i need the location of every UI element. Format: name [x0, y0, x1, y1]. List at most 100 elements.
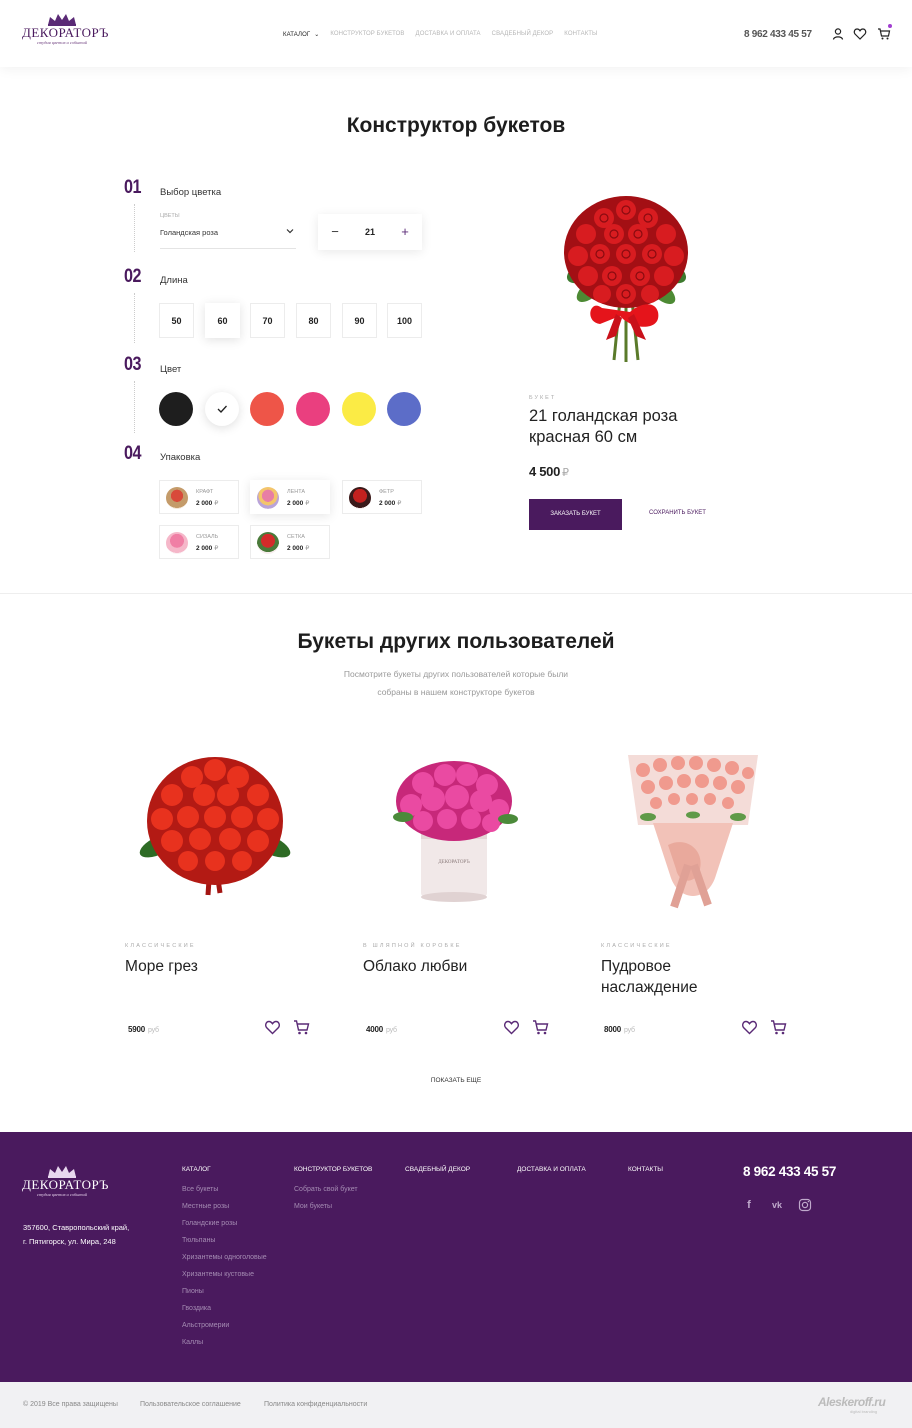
packaging-price: 2 000 ₽	[379, 499, 401, 507]
length-option[interactable]: 100	[387, 303, 422, 338]
currency-label: руб	[148, 1027, 159, 1034]
cart-icon[interactable]	[770, 1019, 787, 1036]
nav-wedding[interactable]: СВАДЕБНЫЙ ДЕКОР	[492, 31, 554, 38]
footer-link[interactable]: Хризантемы кустовые	[182, 1271, 254, 1278]
footer-col-constructor[interactable]: КОНСТРУКТОР БУКЕТОВ	[294, 1166, 372, 1173]
nav-catalog[interactable]: КАТАЛОГ ⌄	[283, 31, 319, 38]
header-phone[interactable]: 8 962 433 45 57	[744, 29, 812, 40]
footer-address: 357600, Ставропольский край, г. Пятигорс…	[23, 1221, 129, 1249]
footer-link[interactable]: Хризантемы одноголовые	[182, 1254, 267, 1261]
cart-icon[interactable]	[293, 1019, 310, 1036]
check-icon	[217, 405, 227, 413]
color-swatch-red[interactable]	[250, 392, 284, 426]
footer-link[interactable]: Мои букеты	[294, 1203, 332, 1210]
footer-link[interactable]: Гвоздика	[182, 1305, 211, 1312]
vk-icon[interactable]: vk	[770, 1198, 784, 1212]
footer-link[interactable]: Альстромерии	[182, 1322, 229, 1329]
quantity-stepper[interactable]: − 21 +	[318, 214, 422, 250]
user-agreement-link[interactable]: Пользовательское соглашение	[140, 1401, 241, 1408]
footer-link[interactable]: Местные розы	[182, 1203, 229, 1210]
show-more-button[interactable]: ПОКАЗАТЬ ЕЩЕ	[0, 1077, 912, 1084]
cart-icon[interactable]	[877, 27, 891, 41]
heart-icon[interactable]	[503, 1019, 520, 1036]
heart-icon[interactable]	[853, 27, 867, 41]
card-name[interactable]: Облако любви	[363, 956, 533, 977]
site-header: ДЕКОРАТОРЪ студия цветов и событий КАТАЛ…	[0, 0, 912, 67]
logo-text: ДЕКОРАТОРЪ	[22, 25, 109, 40]
user-icon[interactable]	[831, 27, 845, 41]
bouquet-name: 21 голандская роза красная 60 см	[529, 407, 678, 446]
flower-select[interactable]: ЦВЕТЫ Голандская роза	[160, 211, 296, 249]
length-option[interactable]: 80	[296, 303, 331, 338]
color-swatch-blue[interactable]	[387, 392, 421, 426]
step-number: 01	[124, 177, 142, 198]
crown-icon	[48, 1166, 76, 1178]
footer-link[interactable]: Все букеты	[182, 1186, 218, 1193]
developer-logo[interactable]: Aleskeroff.ru	[818, 1395, 886, 1409]
footer-phone[interactable]: 8 962 433 45 57	[743, 1164, 836, 1179]
bouquet-category: БУКЕТ	[529, 395, 557, 401]
footer-link[interactable]: Собрать свой букет	[294, 1186, 358, 1193]
cart-icon[interactable]	[532, 1019, 549, 1036]
length-option[interactable]: 70	[250, 303, 285, 338]
card-name[interactable]: Море грез	[125, 956, 295, 977]
footer-col-delivery[interactable]: ДОСТАВКА И ОПЛАТА	[517, 1166, 586, 1173]
svg-text:ДЕКОРАТОРЪ: ДЕКОРАТОРЪ	[438, 860, 470, 865]
address-line: 357600, Ставропольский край,	[23, 1223, 130, 1232]
instagram-icon[interactable]	[798, 1198, 812, 1212]
footer-link[interactable]: Тюльпаны	[182, 1237, 215, 1244]
currency-label: руб	[386, 1027, 397, 1034]
packaging-option[interactable]: СИЗАЛЬ 2 000 ₽	[159, 525, 239, 559]
packaging-option[interactable]: ФЕТР 2 000 ₽	[342, 480, 422, 514]
length-option[interactable]: 50	[159, 303, 194, 338]
address-line: г. Пятигорск, ул. Мира, 248	[23, 1237, 116, 1246]
privacy-policy-link[interactable]: Политика конфиденциальности	[264, 1401, 367, 1408]
currency-symbol: ₽	[214, 545, 219, 552]
length-option[interactable]: 90	[342, 303, 377, 338]
packaging-option[interactable]: ЛЕНТА 2 000 ₽	[250, 480, 330, 514]
logo[interactable]: ДЕКОРАТОРЪ студия цветов и событий	[22, 12, 109, 54]
card-name[interactable]: Пудровое наслаждение	[601, 956, 771, 998]
heart-icon[interactable]	[264, 1019, 281, 1036]
quantity-value: 21	[364, 227, 375, 237]
footer-col-catalog[interactable]: КАТАЛОГ	[182, 1166, 211, 1173]
packaging-option[interactable]: КРАФТ 2 000 ₽	[159, 480, 239, 514]
packaging-price: 2 000 ₽	[196, 544, 218, 552]
packaging-option[interactable]: СЕТКА 2 000 ₽	[250, 525, 330, 559]
logo-tagline: студия цветов и событий	[36, 1192, 88, 1197]
step-number: 02	[124, 266, 142, 287]
nav-constructor[interactable]: КОНСТРУКТОР БУКЕТОВ	[330, 31, 404, 38]
footer-col-wedding[interactable]: СВАДЕБНЫЙ ДЕКОР	[405, 1166, 470, 1173]
packaging-price-value: 2 000	[287, 500, 304, 507]
footer-logo[interactable]: ДЕКОРАТОРЪ студия цветов и событий	[22, 1164, 108, 1206]
step-connector	[134, 204, 135, 252]
footer-link[interactable]: Голандские розы	[182, 1220, 237, 1227]
color-swatch-white[interactable]	[205, 392, 239, 426]
currency-symbol: ₽	[305, 545, 310, 552]
color-swatch-black[interactable]	[159, 392, 193, 426]
save-bouquet-link[interactable]: СОХРАНИТЬ БУКЕТ	[649, 510, 706, 516]
card-price-value: 8000	[604, 1025, 621, 1034]
main-nav: КАТАЛОГ ⌄ КОНСТРУКТОР БУКЕТОВ ДОСТАВКА И …	[283, 31, 597, 38]
length-option[interactable]: 60	[205, 303, 240, 338]
step-connector	[134, 293, 135, 343]
heart-icon[interactable]	[741, 1019, 758, 1036]
order-bouquet-button[interactable]: ЗАКАЗАТЬ БУКЕТ	[529, 499, 622, 530]
increase-button[interactable]: +	[388, 214, 422, 250]
others-title: Букеты других пользователей	[297, 630, 615, 653]
nav-delivery[interactable]: ДОСТАВКА И ОПЛАТА	[416, 31, 481, 38]
developer-tagline: digital branding	[850, 1409, 878, 1414]
color-swatch-pink[interactable]	[296, 392, 330, 426]
logo-tagline: студия цветов и событий	[36, 40, 88, 45]
color-swatch-yellow[interactable]	[342, 392, 376, 426]
card-price: 8000 руб	[604, 1025, 635, 1034]
decrease-button[interactable]: −	[318, 214, 352, 250]
others-subtitle: Посмотрите букеты других пользователей к…	[343, 669, 569, 679]
bouquet-image: ДЕКОРАТОРЪ	[393, 761, 518, 902]
nav-contacts[interactable]: КОНТАКТЫ	[564, 31, 597, 38]
footer-link[interactable]: Пионы	[182, 1288, 204, 1295]
footer-col-contacts[interactable]: КОНТАКТЫ	[628, 1166, 663, 1173]
packaging-price-value: 2 000	[287, 545, 304, 552]
footer-link[interactable]: Каллы	[182, 1339, 203, 1346]
facebook-icon[interactable]: f	[742, 1198, 756, 1212]
